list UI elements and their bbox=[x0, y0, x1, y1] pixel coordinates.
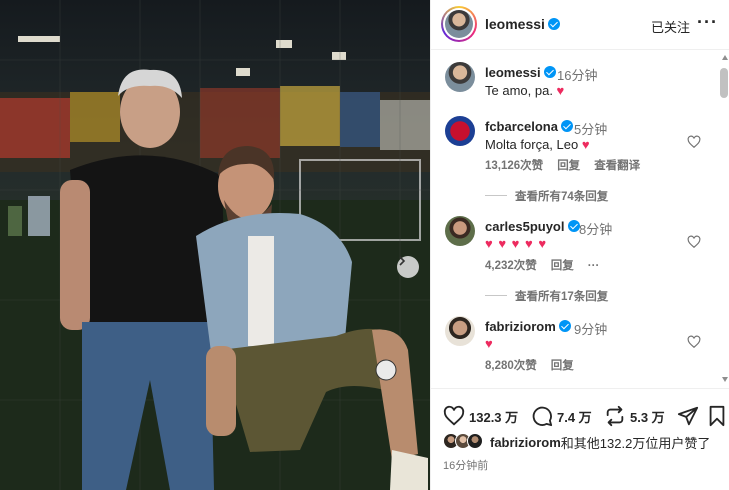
comment-like-count[interactable]: 13,126次赞 bbox=[485, 160, 543, 172]
photo-scene bbox=[0, 0, 430, 490]
comment-meta: 13,126次赞 回复 查看翻译 bbox=[485, 157, 654, 173]
heart-icon bbox=[443, 405, 465, 426]
caption-username-text[interactable]: leomessi bbox=[485, 65, 541, 80]
next-photo-button[interactable] bbox=[397, 256, 419, 278]
comment-username-text[interactable]: fabriziorom bbox=[485, 319, 556, 334]
scroll-down-arrow-icon[interactable] bbox=[722, 377, 728, 382]
caption-username[interactable]: leomessi bbox=[485, 65, 556, 80]
comment-meta: 8,280次赞 回复 bbox=[485, 357, 588, 373]
comment-username-text[interactable]: fcbarcelona bbox=[485, 119, 558, 134]
comment-time: 5分钟 bbox=[574, 122, 608, 137]
repost-button[interactable]: 5.3 万 bbox=[604, 405, 665, 427]
view-replies-button[interactable]: 查看所有17条回复 bbox=[485, 288, 608, 304]
comment-time: 8分钟 bbox=[579, 222, 613, 237]
comment-avatar-fabriziorom[interactable] bbox=[445, 316, 475, 346]
heart-emoji-icon: ♥ bbox=[581, 137, 590, 152]
comment-emoji-hearts: ♥ ♥ ♥ ♥ ♥ bbox=[485, 236, 548, 251]
comment-username-text[interactable]: carles5puyol bbox=[485, 219, 565, 234]
liker-avatar bbox=[467, 433, 483, 449]
heart-emoji-icon: ♥ bbox=[556, 83, 565, 98]
comment-bubble-icon bbox=[532, 406, 553, 427]
comment-more-options-icon[interactable]: ··· bbox=[588, 260, 600, 272]
comment-like-heart-icon[interactable] bbox=[687, 135, 701, 149]
reply-button[interactable]: 回复 bbox=[557, 160, 580, 172]
more-options-icon[interactable]: ··· bbox=[697, 12, 718, 33]
reply-button[interactable]: 回复 bbox=[551, 360, 574, 372]
reply-button[interactable]: 回复 bbox=[551, 260, 574, 272]
verified-badge-icon bbox=[560, 120, 573, 132]
paper-plane-icon bbox=[677, 406, 699, 426]
verified-badge-icon bbox=[558, 320, 571, 332]
scroll-up-arrow-icon[interactable] bbox=[722, 55, 728, 60]
likes-count: 132.3 万 bbox=[469, 409, 519, 425]
comment-meta: 4,232次赞 回复 ··· bbox=[485, 257, 613, 273]
comment-text: Molta força, Leo ♥ bbox=[485, 137, 590, 152]
view-replies-button[interactable]: 查看所有74条回复 bbox=[485, 188, 608, 204]
following-button[interactable]: 已关注 bbox=[651, 17, 690, 36]
post-timestamp[interactable]: 16分钟前 bbox=[443, 457, 488, 473]
author-username[interactable]: leomessi bbox=[485, 16, 560, 32]
repost-icon bbox=[606, 405, 624, 427]
comments-list[interactable]: leomessi 16分钟 Te amo, pa. ♥ fcbarcelona … bbox=[431, 50, 718, 388]
comment-like-heart-icon[interactable] bbox=[687, 235, 701, 249]
scrollbar-thumb[interactable] bbox=[720, 68, 728, 98]
liked-by-summary[interactable]: fabriziorom 和其他132.2万位用户赞了 bbox=[443, 433, 710, 451]
verified-badge-icon bbox=[547, 18, 560, 30]
liked-by-rest: 和其他132.2万位用户赞了 bbox=[560, 435, 711, 451]
comment-avatar-fcbarcelona[interactable] bbox=[445, 116, 475, 146]
comment-username[interactable]: fcbarcelona bbox=[485, 119, 573, 134]
bookmark-icon bbox=[709, 405, 725, 427]
post-header: leomessi 已关注 ··· bbox=[431, 0, 729, 50]
save-button[interactable] bbox=[707, 405, 729, 427]
comments-scrollbar[interactable] bbox=[718, 52, 729, 388]
verified-badge-icon bbox=[567, 220, 580, 232]
comment-username[interactable]: fabriziorom bbox=[485, 319, 571, 334]
liker-avatars bbox=[443, 433, 487, 451]
comment-like-heart-icon[interactable] bbox=[687, 335, 701, 349]
post-photo[interactable] bbox=[0, 0, 430, 490]
comments-count: 7.4 万 bbox=[557, 409, 592, 425]
see-translation-button[interactable]: 查看翻译 bbox=[594, 160, 640, 172]
author-username-text[interactable]: leomessi bbox=[485, 16, 545, 32]
like-button[interactable]: 132.3 万 bbox=[443, 405, 518, 427]
comment-time: 9分钟 bbox=[574, 322, 608, 337]
caption-avatar[interactable] bbox=[445, 62, 475, 92]
comment-username[interactable]: carles5puyol bbox=[485, 219, 580, 234]
reposts-count: 5.3 万 bbox=[630, 409, 665, 425]
comment-like-count[interactable]: 8,280次赞 bbox=[485, 360, 537, 372]
verified-badge-icon bbox=[543, 66, 556, 78]
post-actions: 132.3 万 7.4 万 5.3 万 fabriziorom 和其他132.2… bbox=[431, 388, 729, 490]
caption-text-content: Te amo, pa. bbox=[485, 83, 557, 98]
comment-emoji-heart: ♥ bbox=[485, 336, 493, 351]
author-avatar[interactable] bbox=[441, 6, 477, 42]
comment-text-content: Molta força, Leo bbox=[485, 137, 582, 152]
comment-like-count[interactable]: 4,232次赞 bbox=[485, 260, 537, 272]
chevron-right-icon bbox=[399, 256, 406, 266]
liked-by-username[interactable]: fabriziorom bbox=[490, 435, 561, 450]
post-side-panel: leomessi 已关注 ··· leomessi 16分钟 Te amo, p… bbox=[430, 0, 729, 490]
comment-avatar-carles5puyol[interactable] bbox=[445, 216, 475, 246]
share-button[interactable] bbox=[677, 405, 703, 427]
comment-button[interactable]: 7.4 万 bbox=[531, 405, 592, 427]
avatar-image bbox=[445, 10, 473, 38]
caption-time: 16分钟 bbox=[557, 68, 598, 83]
caption-text: Te amo, pa. ♥ bbox=[485, 83, 564, 98]
